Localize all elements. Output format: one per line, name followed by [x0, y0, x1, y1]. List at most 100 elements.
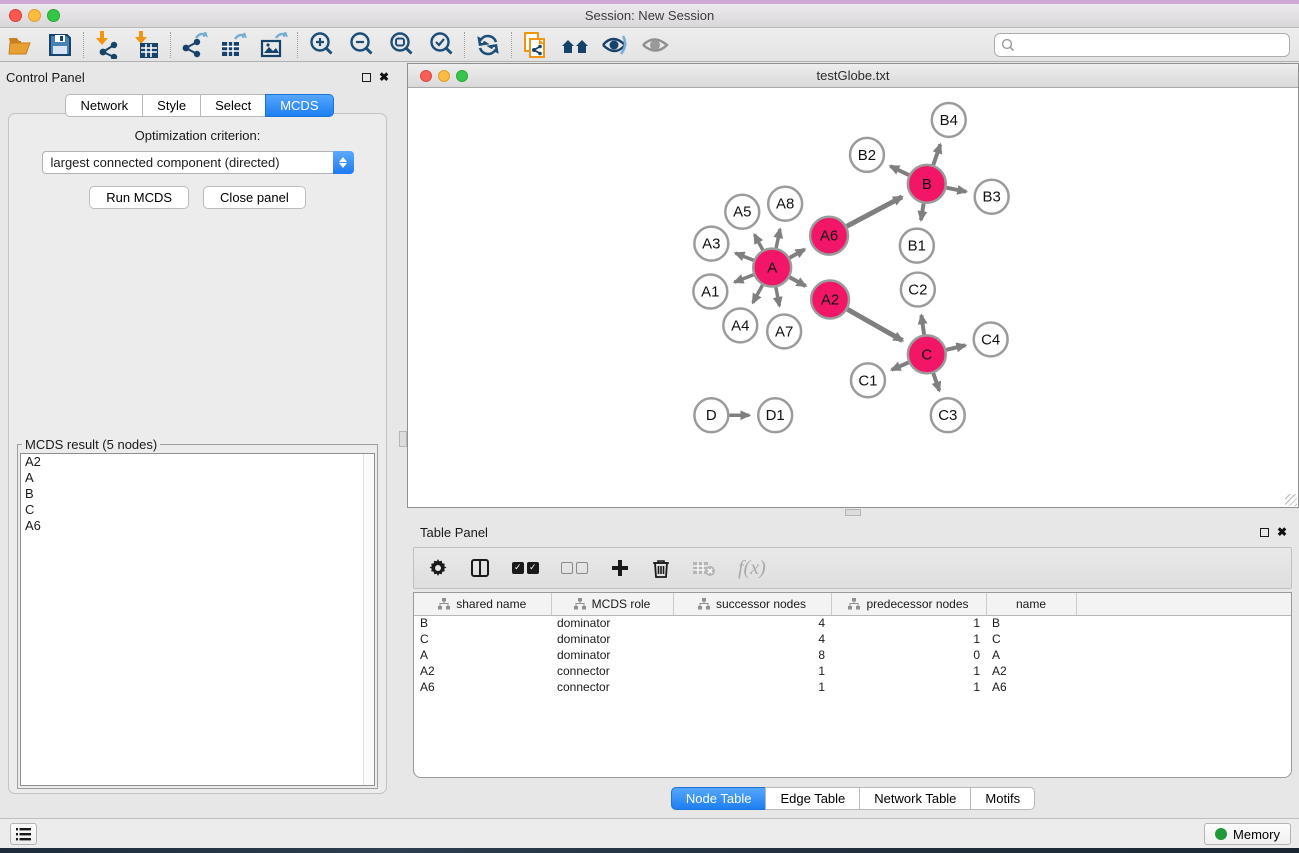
vertical-splitter-handle[interactable]	[399, 431, 407, 447]
select-all-checkboxes-icon[interactable]	[512, 562, 539, 574]
cell-mcds-role[interactable]: dominator	[551, 631, 673, 647]
table-row[interactable]: A dominator 8 0 A	[414, 647, 1291, 663]
export-table-icon[interactable]	[214, 30, 254, 60]
add-column-icon[interactable]	[610, 558, 630, 578]
graph-edge-A6-B[interactable]	[847, 197, 902, 226]
mcds-result-list[interactable]: A2 A B C A6	[20, 453, 375, 786]
horizontal-splitter-handle[interactable]	[845, 509, 861, 516]
graph-edge-C-C2[interactable]	[921, 315, 924, 334]
cell-mcds-role[interactable]: dominator	[551, 615, 673, 631]
column-header-successor-nodes[interactable]: successor nodes	[673, 593, 831, 615]
cell-successor-nodes[interactable]: 8	[673, 647, 831, 663]
zoom-in-icon[interactable]	[301, 30, 341, 60]
show-view-icon[interactable]	[635, 30, 675, 60]
show-all-networks-icon[interactable]	[555, 30, 595, 60]
column-layout-icon[interactable]	[470, 558, 490, 578]
column-header-shared-name[interactable]: shared name	[414, 593, 551, 615]
table-header-row[interactable]: shared name MCDS role successor nodes pr…	[414, 593, 1291, 615]
memory-button[interactable]: Memory	[1204, 823, 1291, 845]
graph-edge-A-A3[interactable]	[735, 253, 753, 260]
cell-shared-name[interactable]: B	[414, 615, 551, 631]
hide-style-icon[interactable]	[595, 30, 635, 60]
zoom-fit-icon[interactable]	[381, 30, 421, 60]
cell-predecessor-nodes[interactable]: 1	[831, 631, 986, 647]
tab-style[interactable]: Style	[142, 94, 201, 117]
graph-edge-B-B1[interactable]	[921, 203, 924, 220]
column-header-mcds-role[interactable]: MCDS role	[551, 593, 673, 615]
cell-name[interactable]: A6	[986, 679, 1076, 695]
cell-predecessor-nodes[interactable]: 1	[831, 663, 986, 679]
criterion-dropdown[interactable]: largest connected component (directed)	[42, 151, 354, 174]
search-input[interactable]	[1015, 38, 1289, 52]
cell-predecessor-nodes[interactable]: 1	[831, 679, 986, 695]
tab-edge-table[interactable]: Edge Table	[765, 787, 860, 810]
graph-edge-A-A2[interactable]	[790, 277, 806, 286]
task-history-button[interactable]	[10, 823, 37, 845]
settings-gear-icon[interactable]	[428, 558, 448, 578]
graph-edge-B-B2[interactable]	[890, 166, 909, 175]
network-zoom-button[interactable]	[456, 70, 468, 82]
close-panel-icon[interactable]: ✖	[379, 71, 389, 83]
table-row[interactable]: A6 connector 1 1 A6	[414, 679, 1291, 695]
open-file-icon[interactable]	[0, 30, 40, 60]
deselect-all-checkboxes-icon[interactable]	[561, 562, 588, 574]
cell-shared-name[interactable]: A6	[414, 679, 551, 695]
graph-edge-B-B3[interactable]	[946, 188, 966, 192]
cell-successor-nodes[interactable]: 4	[673, 615, 831, 631]
result-list-scrollbar[interactable]	[363, 454, 374, 785]
float-table-panel-icon[interactable]	[1260, 528, 1269, 537]
table-row[interactable]: A2 connector 1 1 A2	[414, 663, 1291, 679]
function-builder-icon[interactable]: f(x)	[738, 557, 766, 580]
tab-mcds[interactable]: MCDS	[265, 94, 333, 117]
network-close-button[interactable]	[420, 70, 432, 82]
export-network-icon[interactable]	[174, 30, 214, 60]
cell-mcds-role[interactable]: dominator	[551, 647, 673, 663]
network-minimize-button[interactable]	[438, 70, 450, 82]
tab-node-table[interactable]: Node Table	[671, 787, 767, 810]
cell-name[interactable]: B	[986, 615, 1076, 631]
graph-edge-B-B4[interactable]	[933, 144, 940, 164]
column-header-name[interactable]: name	[986, 593, 1076, 615]
graph-edge-C-C1[interactable]	[892, 362, 909, 369]
tab-select[interactable]: Select	[200, 94, 266, 117]
tab-motifs[interactable]: Motifs	[970, 787, 1035, 810]
graph-edge-A-A6[interactable]	[790, 249, 805, 257]
zoom-out-icon[interactable]	[341, 30, 381, 60]
cell-name[interactable]: C	[986, 631, 1076, 647]
cell-mcds-role[interactable]: connector	[551, 679, 673, 695]
graph-edge-A-A7[interactable]	[776, 287, 780, 306]
cell-name[interactable]: A	[986, 647, 1076, 663]
tab-network-table[interactable]: Network Table	[859, 787, 971, 810]
network-graph[interactable]: B4B2BB3A8A5A6A3B1AA1C2A2A4A7C4CC1C3DD1	[408, 88, 1298, 507]
tab-network[interactable]: Network	[65, 94, 143, 117]
list-item[interactable]: A6	[21, 518, 374, 534]
cell-successor-nodes[interactable]: 4	[673, 631, 831, 647]
table-row[interactable]: B dominator 4 1 B	[414, 615, 1291, 631]
search-field[interactable]	[994, 33, 1290, 57]
network-window-titlebar[interactable]: testGlobe.txt	[408, 64, 1298, 88]
cell-successor-nodes[interactable]: 1	[673, 663, 831, 679]
refresh-icon[interactable]	[468, 30, 508, 60]
graph-edge-A-A4[interactable]	[753, 285, 763, 303]
cell-shared-name[interactable]: A	[414, 647, 551, 663]
list-item[interactable]: A	[21, 470, 374, 486]
graph-edge-A-A1[interactable]	[735, 275, 754, 282]
network-canvas[interactable]: B4B2BB3A8A5A6A3B1AA1C2A2A4A7C4CC1C3DD1	[408, 88, 1298, 507]
graph-edge-A2-C[interactable]	[847, 309, 902, 340]
save-session-icon[interactable]	[40, 30, 80, 60]
column-header-predecessor-nodes[interactable]: predecessor nodes	[831, 593, 986, 615]
cell-predecessor-nodes[interactable]: 0	[831, 647, 986, 663]
cell-mcds-role[interactable]: connector	[551, 663, 673, 679]
export-image-icon[interactable]	[254, 30, 294, 60]
list-item[interactable]: B	[21, 486, 374, 502]
list-item[interactable]: C	[21, 502, 374, 518]
window-resize-grip[interactable]	[1285, 494, 1297, 506]
graph-edge-C-C4[interactable]	[946, 345, 965, 349]
duplicate-network-icon[interactable]	[515, 30, 555, 60]
zoom-selected-icon[interactable]	[421, 30, 461, 60]
import-network-icon[interactable]	[87, 30, 127, 60]
cell-shared-name[interactable]: C	[414, 631, 551, 647]
table-row[interactable]: C dominator 4 1 C	[414, 631, 1291, 647]
import-table-icon[interactable]	[127, 30, 167, 60]
list-item[interactable]: A2	[21, 454, 374, 470]
